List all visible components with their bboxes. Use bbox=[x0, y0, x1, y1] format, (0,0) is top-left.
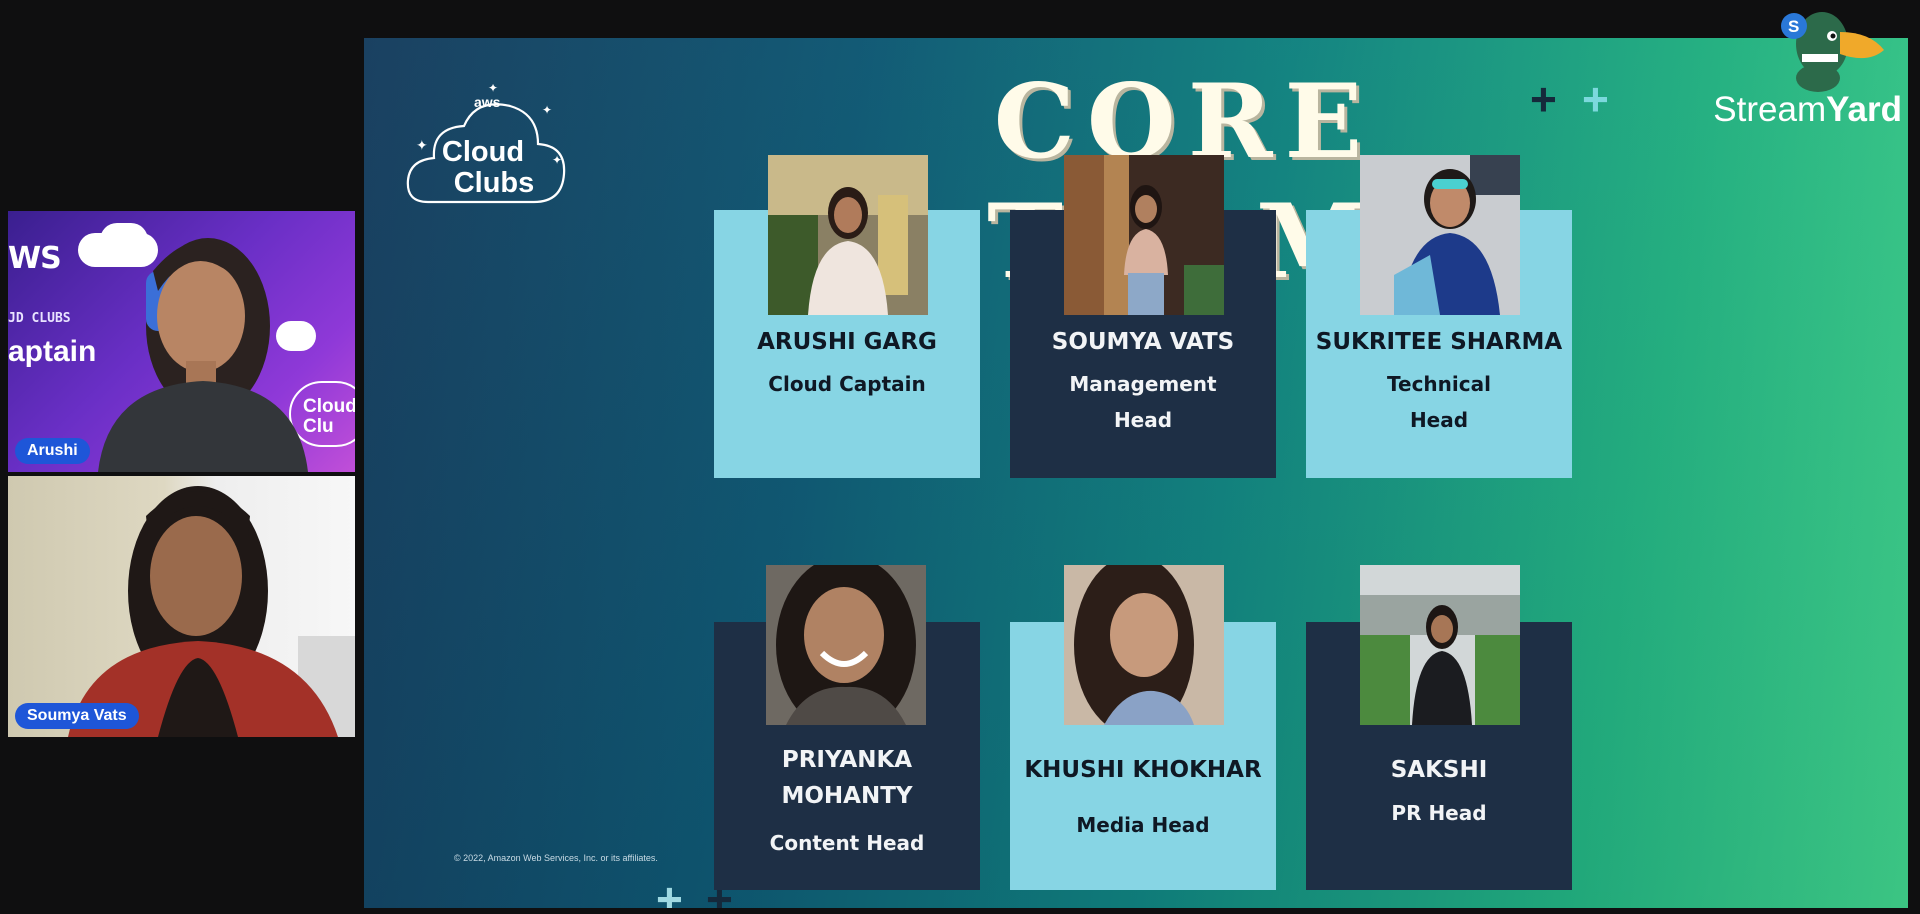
team-photo-khushi bbox=[1064, 565, 1224, 725]
participant-video-soumya bbox=[68, 486, 355, 737]
team-member-name: PRIYANKA bbox=[781, 747, 913, 773]
streamyard-duck-icon: S bbox=[1781, 12, 1884, 92]
team-member-role: Head bbox=[1113, 408, 1173, 432]
team-member-role: Cloud Captain bbox=[768, 372, 926, 396]
team-photo-arushi bbox=[768, 155, 928, 315]
team-photo-priyanka bbox=[766, 565, 926, 725]
streamyard-badge: S bbox=[1788, 17, 1799, 36]
svg-text:✦: ✦ bbox=[542, 103, 552, 117]
plus-icon: + bbox=[656, 873, 683, 908]
team-member-role: Media Head bbox=[1076, 813, 1210, 837]
participant-tile-soumya[interactable]: Soumya Vats bbox=[8, 476, 355, 737]
team-member-role: Management bbox=[1069, 372, 1217, 396]
team-member-role: Content Head bbox=[769, 831, 925, 855]
copyright-text: © 2022, Amazon Web Services, Inc. or its… bbox=[454, 853, 658, 863]
aws-cloud-clubs-logo: ✦ ✦ ✦ ✦ aws Cloud Clubs bbox=[406, 84, 566, 214]
streamyard-word-stream: Stream bbox=[1713, 90, 1827, 129]
team-member-role: Technical bbox=[1387, 372, 1491, 396]
team-member-role: Head bbox=[1409, 408, 1469, 432]
cloud-clubs-text: Clubs bbox=[453, 167, 535, 199]
team-photo-sukritee bbox=[1360, 155, 1520, 315]
participant-name-badge: Arushi bbox=[15, 438, 90, 464]
team-member-name: MOHANTY bbox=[781, 783, 913, 809]
participant-video-arushi bbox=[98, 238, 308, 472]
team-member-name: KHUSHI KHOKHAR bbox=[1024, 757, 1262, 783]
streamyard-wordmark: StreamYard bbox=[1713, 90, 1902, 130]
aws-wordmark: aws bbox=[474, 94, 501, 110]
team-member-name: SUKRITEE SHARMA bbox=[1315, 329, 1563, 355]
team-photo-soumya bbox=[1064, 155, 1224, 315]
participant-tile-arushi[interactable]: WS JD CLUBS aptain Cloud Clu Arushi bbox=[8, 211, 355, 472]
presentation-slide: ✦ ✦ ✦ ✦ aws Cloud Clubs CORE TEAM + + + … bbox=[364, 38, 1908, 908]
participant-name-badge: Soumya Vats bbox=[15, 703, 139, 729]
streamyard-logo: S StreamYard bbox=[1692, 6, 1902, 136]
team-photo-sakshi bbox=[1360, 565, 1520, 725]
streamyard-word-yard: Yard bbox=[1826, 90, 1902, 129]
team-member-role: PR Head bbox=[1391, 801, 1487, 825]
plus-icon: + bbox=[1530, 73, 1557, 125]
team-member-name: ARUSHI GARG bbox=[757, 329, 937, 355]
team-member-name: SOUMYA VATS bbox=[1051, 329, 1235, 355]
team-member-name: SAKSHI bbox=[1390, 757, 1488, 783]
plus-icon: + bbox=[1582, 73, 1609, 125]
cloud-clubs-text: Cloud bbox=[441, 136, 525, 168]
